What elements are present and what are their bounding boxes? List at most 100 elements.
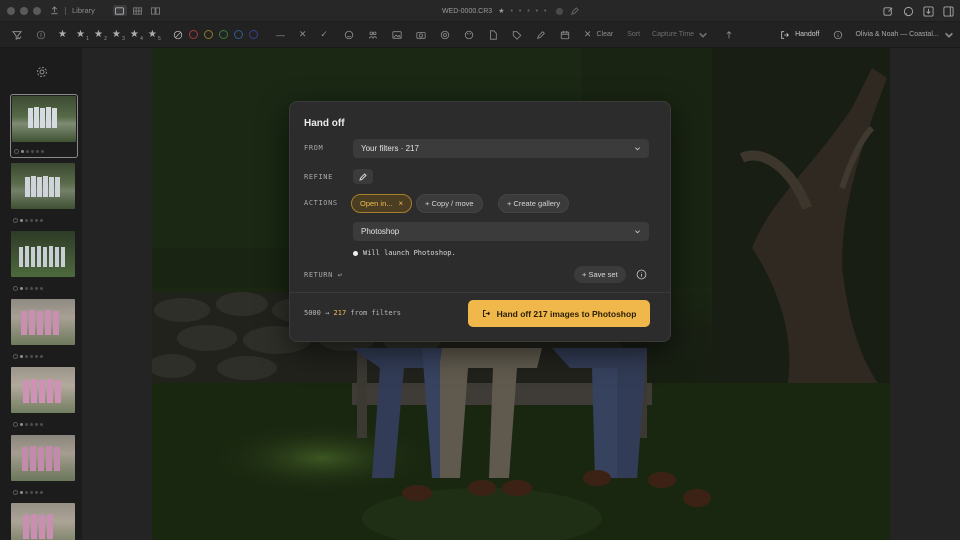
action-chip-label: + Copy / move: [425, 199, 474, 208]
thumbnail-meta: [13, 422, 43, 427]
action-chip-copy-move[interactable]: + Copy / move: [416, 194, 483, 213]
star-filter-5[interactable]: ★ 5: [148, 29, 161, 42]
rating-dots[interactable]: • • • • •: [510, 8, 548, 15]
handoff-icon: [482, 310, 490, 317]
library-label: Library: [72, 6, 95, 15]
star-filter-4[interactable]: ★ 4: [130, 29, 143, 42]
grid-view-button[interactable]: [131, 5, 145, 16]
action-chip-label: Open in...: [360, 199, 393, 208]
library-breadcrumb[interactable]: Library: [50, 6, 95, 15]
footer-divider: [290, 292, 670, 293]
close-window-button[interactable]: [7, 6, 15, 15]
sort-control[interactable]: Sort Capture Time: [627, 30, 708, 40]
from-select[interactable]: Your filters · 217: [353, 139, 649, 158]
sort-direction-button[interactable]: [724, 30, 734, 40]
star-filters: ★ ★ 1 ★ 2 ★ 3 ★ 4 ★ 5: [58, 29, 161, 42]
minimize-window-button[interactable]: [20, 6, 28, 15]
filmstrip-sidebar[interactable]: [0, 48, 82, 540]
gear-icon[interactable]: [36, 66, 48, 78]
flag-filter-button[interactable]: [36, 30, 46, 40]
face-icon[interactable]: [344, 30, 354, 40]
star-filter-2[interactable]: ★ 2: [94, 29, 107, 42]
thumbnail[interactable]: [10, 434, 78, 498]
summary-count: 217: [333, 309, 347, 317]
titlebar-actions: [883, 0, 954, 22]
star-filter-1[interactable]: ★ 1: [76, 29, 89, 42]
chat-icon[interactable]: [903, 6, 914, 17]
calendar-icon[interactable]: [560, 30, 570, 40]
edit-pencil-icon[interactable]: [570, 6, 579, 16]
color-filter-blue[interactable]: [233, 30, 243, 39]
handoff-button[interactable]: Handoff: [780, 30, 819, 40]
thumbnail-image: [11, 163, 75, 209]
edit-icon[interactable]: [536, 30, 546, 40]
chevron-down-icon: [699, 32, 707, 38]
clear-label: Clear: [596, 31, 614, 38]
action-chip-create-gallery[interactable]: + Create gallery: [498, 194, 570, 213]
sidebar-toggle-icon[interactable]: [943, 5, 954, 17]
thumbnail[interactable]: [10, 162, 78, 226]
group-photo-graphic: [22, 446, 60, 471]
info-button[interactable]: [833, 30, 843, 40]
session-selector[interactable]: Olivia & Noah — Coastal...: [855, 30, 953, 40]
loupe-view-button[interactable]: [112, 5, 127, 16]
no-color-icon[interactable]: [173, 30, 183, 40]
picked-filter[interactable]: ✓: [320, 29, 328, 40]
file-info: WED-0000.CR3 ★ • • • • •: [442, 0, 579, 22]
rating-star-icon[interactable]: ★: [498, 7, 504, 15]
handoff-submit-button[interactable]: Hand off 217 images to Photoshop: [468, 300, 650, 327]
compose-icon[interactable]: [883, 6, 894, 17]
tag-icon[interactable]: [512, 30, 522, 40]
save-set-button[interactable]: + Save set: [574, 266, 626, 283]
color-filter-purple[interactable]: [248, 30, 258, 39]
filter-funnel-button[interactable]: [12, 30, 22, 40]
color-filter-red[interactable]: [188, 30, 198, 39]
sort-label: Sort: [627, 31, 641, 38]
thumbnail[interactable]: [10, 366, 78, 430]
thumbnail[interactable]: [10, 94, 78, 158]
summary-arrow: →: [325, 309, 330, 317]
image-icon[interactable]: [392, 30, 402, 40]
handoff-icon: [781, 30, 789, 39]
thumbnail-image: [11, 367, 75, 413]
group-photo-graphic: [23, 379, 61, 403]
thumbnail[interactable]: [10, 502, 78, 540]
refine-edit-button[interactable]: [353, 169, 373, 184]
star-filter-0[interactable]: ★: [58, 29, 67, 40]
thumbnail-meta: [14, 149, 44, 154]
action-note: Will launch Photoshop.: [353, 249, 456, 257]
clear-filters-button[interactable]: ✕ Clear: [584, 29, 613, 40]
remove-action-icon[interactable]: ×: [399, 199, 404, 208]
reject-circle-icon[interactable]: [555, 7, 564, 16]
unflagged-filter[interactable]: —: [276, 30, 285, 40]
rejected-filter[interactable]: ✕: [299, 29, 307, 40]
file-icon[interactable]: [488, 29, 498, 40]
selection-summary: 5000 → 217 from filters: [304, 309, 401, 317]
info-icon[interactable]: [636, 269, 647, 280]
thumbnail-image: [11, 231, 75, 277]
sort-value: Capture Time: [652, 31, 695, 38]
color-filter-green[interactable]: [218, 30, 228, 39]
group-photo-graphic: [19, 246, 65, 267]
thumbnail[interactable]: [10, 230, 78, 294]
application-select[interactable]: Photoshop: [353, 222, 649, 241]
color-filter-yellow[interactable]: [203, 30, 213, 39]
chevron-down-icon: [635, 147, 640, 151]
single-view-icon: [115, 6, 125, 15]
color-label-filters: [173, 30, 258, 40]
star-filter-3[interactable]: ★ 3: [112, 29, 125, 42]
chevron-down-icon: [635, 230, 640, 234]
compare-view-button[interactable]: [149, 5, 163, 16]
export-icon[interactable]: [923, 5, 934, 17]
people-icon[interactable]: [368, 30, 378, 40]
palette-icon[interactable]: [464, 30, 474, 40]
thumbnail[interactable]: [10, 298, 78, 362]
zoom-window-button[interactable]: [33, 6, 41, 15]
group-photo-graphic: [21, 310, 59, 335]
status-dot-icon: [353, 250, 358, 256]
aperture-icon[interactable]: [440, 30, 450, 40]
camera-icon[interactable]: [416, 30, 426, 40]
return-hint: RETURN ↩: [304, 271, 343, 279]
action-chip-open-in[interactable]: Open in... ×: [351, 194, 413, 213]
divider: [65, 6, 66, 15]
